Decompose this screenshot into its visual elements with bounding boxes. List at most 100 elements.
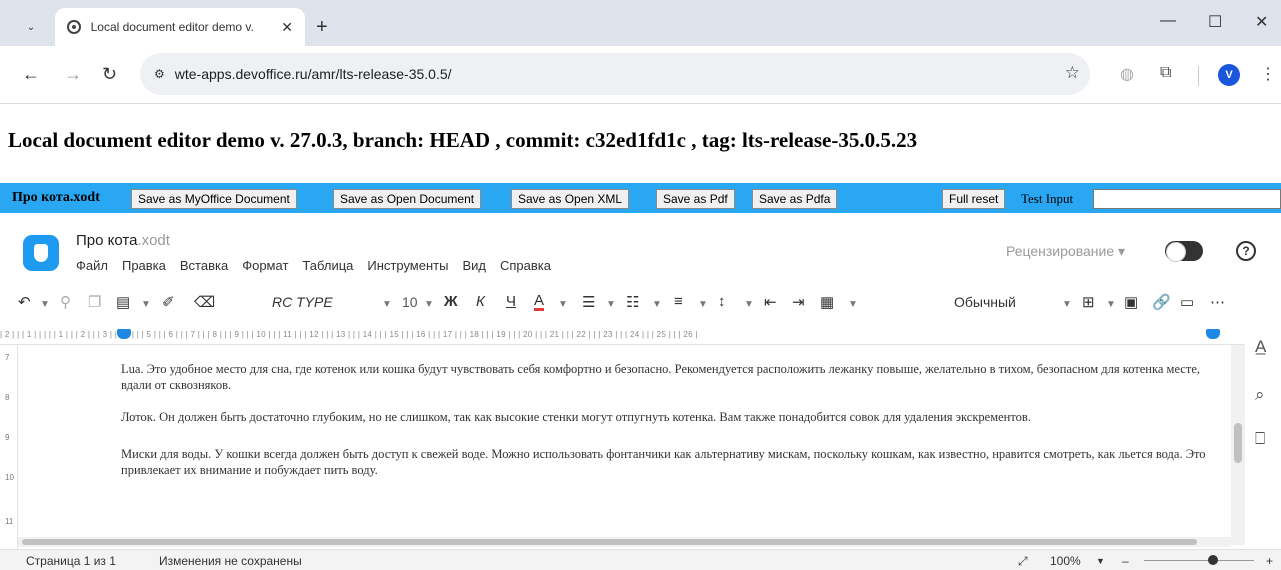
more-tools-icon[interactable]: ⋯: [1210, 293, 1225, 311]
help-icon[interactable]: ?: [1236, 241, 1256, 261]
menu-help[interactable]: Справка: [500, 258, 551, 273]
document-paragraph[interactable]: Lua. Это удобное место для сна, где коте…: [121, 361, 1211, 393]
app-logo-icon[interactable]: [23, 235, 59, 271]
right-indent-marker[interactable]: [1206, 329, 1220, 339]
address-bar[interactable]: ⚙ wte-apps.devoffice.ru/amr/lts-release-…: [140, 53, 1090, 95]
zoom-in-button[interactable]: +: [1266, 554, 1273, 568]
save-as-open-document-button[interactable]: Save as Open Document: [333, 189, 482, 209]
back-arrow-icon[interactable]: ←: [22, 64, 40, 85]
bookmark-icon[interactable]: ⎕: [1255, 429, 1265, 449]
font-size-dropdown-icon[interactable]: ▼: [424, 299, 434, 310]
extension-globe-icon[interactable]: ◍: [1120, 64, 1134, 84]
numbered-list-icon[interactable]: ☷: [626, 293, 639, 311]
increase-indent-icon[interactable]: ⇥: [792, 293, 805, 311]
browser-tab-active[interactable]: Local document editor demo v. ✕: [55, 8, 305, 46]
horizontal-scroll-thumb[interactable]: [22, 539, 1197, 545]
save-as-open-xml-button[interactable]: Save as Open XML: [511, 189, 630, 209]
document-title[interactable]: Про кота.xodt: [76, 232, 170, 249]
document-paragraph[interactable]: Лоток. Он должен быть достаточно глубоки…: [121, 409, 1216, 425]
undo-icon[interactable]: ↶: [18, 293, 31, 311]
paragraph-style-select[interactable]: Обычный: [954, 294, 1016, 310]
menu-format[interactable]: Формат: [242, 258, 288, 273]
italic-button[interactable]: К: [476, 293, 485, 310]
undo-dropdown-icon[interactable]: ▼: [40, 299, 50, 310]
demo-toolbar: Про кота.xodt Save as MyOffice Document …: [0, 183, 1281, 213]
bullet-list-dropdown-icon[interactable]: ▼: [606, 299, 616, 310]
review-dropdown[interactable]: Рецензирование ▾: [1006, 243, 1125, 260]
insert-link-icon[interactable]: 🔗: [1152, 293, 1171, 311]
test-input-field[interactable]: [1093, 189, 1281, 209]
page-counter: Страница 1 из 1: [26, 554, 116, 568]
eraser-icon[interactable]: ⌫: [194, 293, 215, 311]
numbered-list-dropdown-icon[interactable]: ▼: [652, 299, 662, 310]
insert-table-dropdown-icon[interactable]: ▼: [1106, 299, 1116, 310]
nonprinting-dropdown-icon[interactable]: ▼: [848, 299, 858, 310]
zoom-slider-handle[interactable]: [1208, 555, 1218, 565]
font-size-select[interactable]: 10: [402, 294, 418, 310]
copy-icon[interactable]: ❐: [88, 293, 101, 311]
save-status: Изменения не сохранены: [159, 554, 302, 568]
vruler-label: 11: [5, 517, 14, 526]
reload-icon[interactable]: ↻: [102, 64, 117, 85]
extensions-puzzle-icon[interactable]: ⧉: [1160, 64, 1171, 82]
font-color-button[interactable]: А: [534, 293, 545, 311]
insert-table-icon[interactable]: ⊞: [1082, 293, 1095, 311]
menu-table[interactable]: Таблица: [302, 258, 353, 273]
tab-search-button[interactable]: ⌄: [20, 16, 42, 38]
save-as-pdf-button[interactable]: Save as Pdf: [656, 189, 735, 209]
site-favicon-icon: [67, 20, 81, 34]
vertical-scrollbar[interactable]: [1231, 345, 1245, 545]
search-icon[interactable]: ⌕: [1255, 385, 1265, 405]
menu-insert[interactable]: Вставка: [180, 258, 228, 273]
save-as-myoffice-button[interactable]: Save as MyOffice Document: [131, 189, 297, 209]
horizontal-ruler[interactable]: | 2 | | | 1 | | | | | 1 | | | 2 | | | 3 …: [0, 325, 1245, 345]
menu-view[interactable]: Вид: [462, 258, 486, 273]
window-minimize-button[interactable]: —: [1160, 12, 1176, 30]
document-paragraph[interactable]: Миски для воды. У кошки всегда должен бы…: [121, 446, 1211, 478]
browser-menu-icon[interactable]: ⋮: [1260, 64, 1276, 84]
text-style-icon[interactable]: A̲: [1255, 337, 1266, 357]
insert-comment-icon[interactable]: ▭: [1180, 293, 1194, 311]
new-tab-button[interactable]: +: [316, 16, 328, 39]
menu-file[interactable]: Файл: [76, 258, 108, 273]
paste-icon[interactable]: ▤: [116, 293, 130, 311]
paragraph-style-dropdown-icon[interactable]: ▼: [1062, 299, 1072, 310]
zoom-out-button[interactable]: –: [1122, 554, 1129, 568]
save-as-pdfa-button[interactable]: Save as Pdfa: [752, 189, 838, 209]
zoom-dropdown-icon[interactable]: ▼: [1096, 556, 1105, 566]
nonprinting-chars-icon[interactable]: ▦: [820, 293, 834, 311]
fit-page-icon[interactable]: ⤢: [1018, 554, 1028, 569]
left-indent-marker[interactable]: [117, 329, 131, 339]
line-spacing-icon[interactable]: ↕: [718, 293, 726, 310]
vertical-scroll-thumb[interactable]: [1234, 423, 1242, 463]
underline-button[interactable]: Ч: [506, 293, 516, 310]
site-info-icon[interactable]: ⚙: [154, 67, 165, 81]
review-toggle[interactable]: [1165, 241, 1203, 262]
menu-edit[interactable]: Правка: [122, 258, 166, 273]
bookmark-star-icon[interactable]: ☆: [1065, 63, 1080, 83]
line-spacing-dropdown-icon[interactable]: ▼: [744, 299, 754, 310]
insert-image-icon[interactable]: ▣: [1124, 293, 1138, 311]
font-family-dropdown-icon[interactable]: ▼: [382, 299, 392, 310]
paste-dropdown-icon[interactable]: ▼: [141, 299, 151, 310]
menu-tools[interactable]: Инструменты: [367, 258, 448, 273]
decrease-indent-icon[interactable]: ⇤: [764, 293, 777, 311]
bold-button[interactable]: Ж: [444, 293, 458, 310]
align-dropdown-icon[interactable]: ▼: [698, 299, 708, 310]
forward-arrow-icon[interactable]: →: [64, 64, 82, 85]
font-family-select[interactable]: RC TYPE: [272, 294, 333, 310]
window-close-button[interactable]: ✕: [1255, 12, 1268, 32]
font-color-dropdown-icon[interactable]: ▼: [558, 299, 568, 310]
tab-close-icon[interactable]: ✕: [281, 19, 293, 36]
zoom-level[interactable]: 100%: [1050, 554, 1081, 568]
profile-avatar[interactable]: V: [1218, 64, 1240, 86]
zoom-slider-track[interactable]: [1144, 560, 1254, 561]
document-canvas[interactable]: Lua. Это удобное место для сна, где коте…: [18, 345, 1231, 545]
window-maximize-button[interactable]: ☐: [1208, 12, 1222, 32]
brush-icon[interactable]: ✐: [162, 293, 175, 311]
align-left-icon[interactable]: ≡: [674, 293, 683, 310]
format-painter-icon[interactable]: ⚲: [60, 293, 71, 311]
bullet-list-icon[interactable]: ☰: [582, 293, 595, 311]
full-reset-button[interactable]: Full reset: [942, 189, 1006, 209]
horizontal-scrollbar[interactable]: [18, 537, 1231, 547]
